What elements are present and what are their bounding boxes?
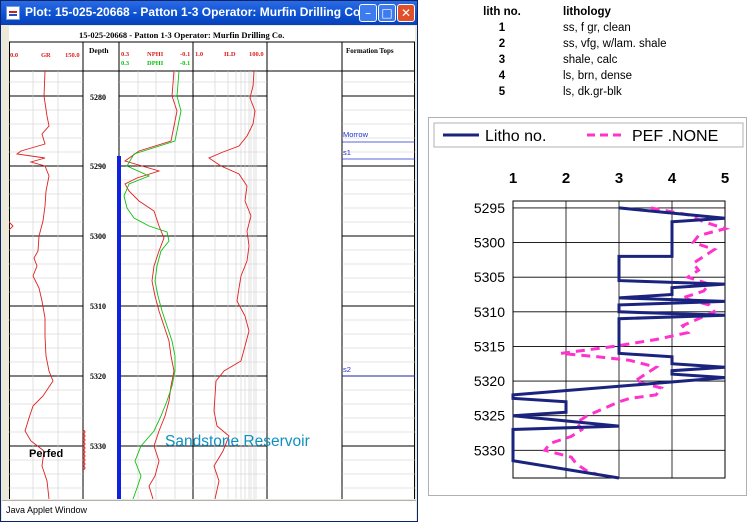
legend-lith: ls, dk.gr-blk: [563, 86, 622, 98]
ild-min: 1.0: [195, 51, 203, 58]
depth-5310: 5310: [90, 302, 106, 311]
lithology-legend: lith no. lithology 1 ss, f gr, clean 2 ss,…: [480, 6, 740, 102]
dphi-max: -0.1: [180, 60, 190, 67]
depth-5330: 5330: [90, 442, 106, 451]
dphi-name: DPHI: [147, 60, 164, 67]
depth-5300: 5300: [90, 232, 106, 241]
ild-name: ILD: [224, 51, 236, 58]
top-morrow: Morrow: [343, 130, 369, 139]
perfed-label: Perfed: [29, 448, 63, 460]
x-tick-label: 3: [615, 170, 623, 187]
legend-no: 3: [498, 54, 506, 66]
applet-window: Plot: 15-025-20668 - Patton 1-3 Operator…: [0, 0, 418, 522]
x-tick-label: 2: [562, 170, 570, 187]
gr-name: GR: [41, 52, 51, 59]
y-tick-label: 5300: [474, 235, 505, 251]
log-header: 15-025-20668 - Patton 1-3 Operator: Murf…: [79, 30, 284, 40]
dphi-min: 0.3: [121, 60, 130, 67]
legend-lith: ls, brn, dense: [563, 70, 633, 82]
depth-label: Depth: [89, 46, 109, 55]
nphi-name: NPHI: [147, 51, 164, 58]
x-tick-label: 1: [509, 170, 517, 187]
legend-lith: ss, f gr, clean: [563, 22, 631, 34]
y-tick-label: 5320: [474, 373, 505, 389]
top-s1: s1: [343, 148, 351, 157]
close-button[interactable]: ✕: [397, 4, 415, 22]
legend-col-lith: lithology: [563, 6, 611, 18]
series-line-pef: [542, 206, 731, 476]
legend-label-litho: Litho no.: [485, 128, 546, 145]
app-icon: [6, 6, 20, 20]
reservoir-bar: [117, 156, 121, 499]
legend-no: 4: [498, 70, 506, 82]
minimize-button[interactable]: –: [359, 4, 377, 22]
legend-no: 1: [498, 22, 506, 34]
gr-curve: [15, 70, 54, 500]
status-bar: Java Applet Window: [2, 500, 416, 521]
well-log-plot: 15-025-20668 - Patton 1-3 Operator: Murf…: [8, 26, 415, 500]
y-tick-label: 5325: [474, 408, 505, 424]
title-bar[interactable]: Plot: 15-025-20668 - Patton 1-3 Operator…: [1, 1, 417, 25]
x-tick-label: 5: [721, 170, 729, 187]
window-title: Plot: 15-025-20668 - Patton 1-3 Operator…: [25, 5, 364, 19]
gr-max: 150.0: [65, 52, 80, 59]
y-tick-label: 5310: [474, 304, 505, 320]
depth-5320: 5320: [90, 372, 106, 381]
reservoir-label: Sandstone Reservoir: [165, 433, 310, 450]
status-text: Java Applet Window: [6, 505, 88, 515]
tops-label: Formation Tops: [346, 47, 394, 55]
legend-label-pef: PEF .NONE: [632, 128, 718, 145]
y-tick-label: 5330: [474, 442, 505, 458]
depth-5290: 5290: [90, 162, 106, 171]
y-tick-label: 5305: [474, 269, 505, 285]
legend-no: 2: [498, 38, 506, 50]
depth-5280: 5280: [90, 93, 106, 102]
ild-max: 100.0: [249, 51, 264, 58]
y-tick-label: 5295: [474, 200, 505, 216]
y-tick-label: 5315: [474, 338, 505, 354]
nphi-max: -0.1: [180, 51, 190, 58]
legend-col-no: lith no.: [483, 6, 521, 18]
top-s2: s2: [343, 365, 351, 374]
legend-no: 5: [498, 86, 506, 98]
maximize-button[interactable]: □: [378, 4, 396, 22]
litho-pef-chart: Litho no. PEF .NONE 1 2 3 4 5 5295 5300 5305 531…: [428, 117, 747, 496]
legend-lith: shale, calc: [563, 54, 618, 66]
nphi-min: 0.3: [121, 51, 130, 58]
x-tick-label: 4: [668, 170, 677, 187]
legend-lith: ss, vfg, w/lam. shale: [563, 38, 667, 50]
gr-min: 0.0: [10, 52, 18, 59]
